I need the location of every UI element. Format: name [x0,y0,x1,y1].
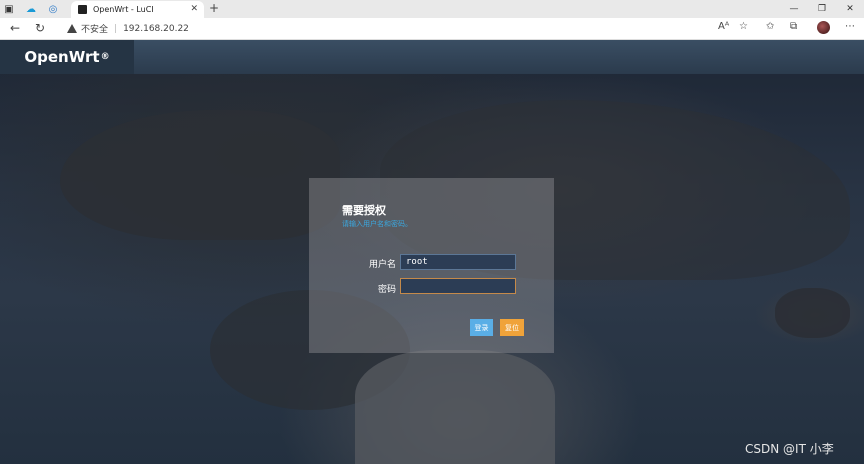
background-islet [775,288,850,338]
url-field[interactable]: 不安全 | 192.168.20.22 [67,22,189,35]
window-controls: — ❐ ✕ [780,0,864,18]
tab-actions-icon[interactable]: ▣ [0,0,18,18]
active-tab[interactable]: OpenWrt - LuCI ✕ [71,1,204,18]
new-tab-icon[interactable]: + [209,1,219,15]
watermark: CSDN @IT 小李 [745,442,834,456]
url-text: 192.168.20.22 [123,23,189,34]
tab-title: OpenWrt - LuCI [93,5,154,14]
username-label: 用户名 [368,260,396,270]
warning-icon [67,24,77,33]
pinned-tab-icon-2[interactable]: ◎ [44,0,62,18]
maximize-icon[interactable]: ❐ [808,0,836,18]
favorites-icon[interactable]: ✩ [766,21,774,32]
address-bar: ← ↻ 不安全 | 192.168.20.22 Aᴬ ☆ ✩ ⧉ ⋯ [0,18,864,40]
pinned-tab-icon[interactable]: ☁ [22,0,40,18]
brand-registered-mark: ® [100,52,110,62]
read-aloud-icon[interactable]: Aᴬ [718,21,729,32]
profile-avatar[interactable] [817,21,830,34]
add-favorite-icon[interactable]: ☆ [739,21,748,32]
login-panel: 需要授权 请输入用户名和密码。 用户名 root 密码 登录 复位 [309,178,554,353]
security-label: 不安全 [81,25,109,35]
luci-favicon-icon [78,5,87,14]
minimize-icon[interactable]: — [780,0,808,18]
login-button[interactable]: 登录 [470,319,493,336]
close-window-icon[interactable]: ✕ [836,0,864,18]
background-rock-front [355,350,555,464]
refresh-icon[interactable]: ↻ [35,22,45,34]
brand-logo[interactable]: OpenWrt ® [0,40,134,74]
brand-name: OpenWrt [24,48,100,66]
more-menu-icon[interactable]: ⋯ [845,21,855,32]
close-tab-icon[interactable]: ✕ [190,4,198,14]
password-input[interactable] [400,278,516,294]
login-title: 需要授权 [342,204,386,217]
login-subtitle: 请输入用户名和密码。 [342,220,412,228]
page-content: OpenWrt ® 需要授权 请输入用户名和密码。 用户名 root 密码 登录 … [0,40,864,464]
url-separator: | [114,23,118,34]
collections-icon[interactable]: ⧉ [790,21,797,32]
back-icon[interactable]: ← [10,22,20,34]
username-input[interactable]: root [400,254,516,270]
reset-button[interactable]: 复位 [500,319,524,336]
site-header: OpenWrt ® [0,40,864,74]
browser-tab-bar: ▣ ☁ ◎ OpenWrt - LuCI ✕ + — ❐ ✕ [0,0,864,18]
background-cliff [60,110,340,240]
password-label: 密码 [377,285,396,295]
